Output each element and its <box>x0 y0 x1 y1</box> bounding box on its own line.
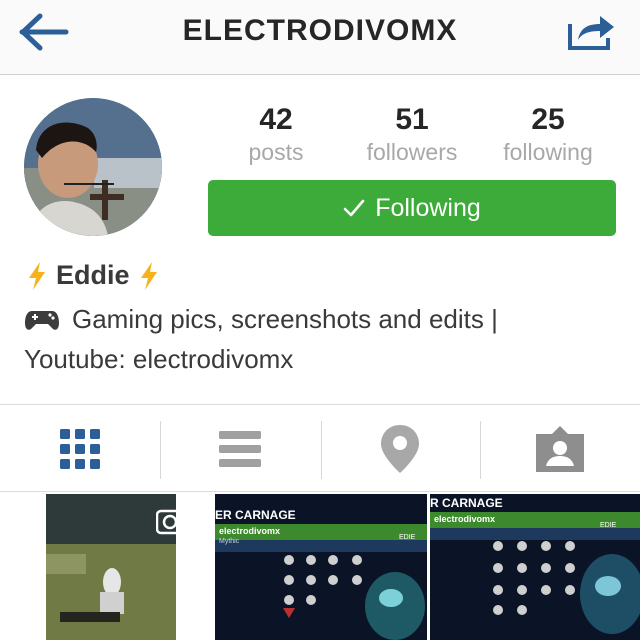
thumb-2-title: ER CARNAGE <box>215 508 296 522</box>
thumb-3-user: electrodivomx <box>434 514 496 524</box>
tab-list[interactable] <box>160 405 320 493</box>
following-button[interactable]: Following <box>208 180 616 236</box>
top-bar: ELECTRODIVOMX <box>0 0 640 75</box>
grid-post-3[interactable]: R CARNAGE electrodivomx EDIE <box>430 494 640 640</box>
avatar[interactable] <box>24 98 162 236</box>
following-count: 25 <box>531 103 565 136</box>
bio-text-1: Gaming pics, screenshots and edits | <box>72 304 498 334</box>
following-stat[interactable]: 25 following <box>478 103 618 167</box>
video-camera-icon <box>155 508 196 536</box>
thumb-3-title: R CARNAGE <box>430 496 503 510</box>
following-label: following <box>503 139 593 165</box>
following-button-label: Following <box>375 193 481 222</box>
thumb-2-tag: EDIE <box>399 534 416 541</box>
profile-name-text: Eddie <box>56 260 130 290</box>
thumb-2-user: electrodivomx <box>219 526 281 536</box>
followers-stat[interactable]: 51 followers <box>342 103 482 167</box>
lightning-bolt-icon <box>140 261 157 290</box>
posts-stat[interactable]: 42 posts <box>206 103 346 167</box>
checkmark-icon <box>343 199 365 217</box>
profile-tab-bar <box>0 404 640 492</box>
grid-post-1[interactable] <box>0 494 212 640</box>
tab-tagged[interactable] <box>480 405 640 493</box>
share-icon <box>568 16 614 50</box>
bio-line-1: Gaming pics, screenshots and edits | <box>24 304 498 335</box>
bio-line-2: Youtube: electrodivomx <box>24 344 294 374</box>
page-title: ELECTRODIVOMX <box>182 14 458 47</box>
followers-count: 51 <box>395 103 429 136</box>
followers-label: followers <box>366 139 458 165</box>
lightning-bolt-icon <box>29 261 45 290</box>
tab-location[interactable] <box>320 405 480 493</box>
list-icon <box>219 431 261 467</box>
posts-label: posts <box>248 139 304 165</box>
tab-grid[interactable] <box>0 405 160 493</box>
location-pin-icon <box>381 425 419 473</box>
gamepad-icon <box>25 310 59 330</box>
thumb-3-tag: EDIE <box>600 522 617 529</box>
grid-icon <box>60 429 100 469</box>
tagged-photos-icon <box>536 426 584 472</box>
grid-post-2[interactable]: ER CARNAGE electrodivomx Mythic EDIE <box>215 494 427 640</box>
thumb-2-sub: Mythic <box>219 538 240 545</box>
posts-count: 42 <box>259 103 293 136</box>
profile-name: Eddie <box>26 260 160 291</box>
share-button[interactable] <box>566 10 618 52</box>
